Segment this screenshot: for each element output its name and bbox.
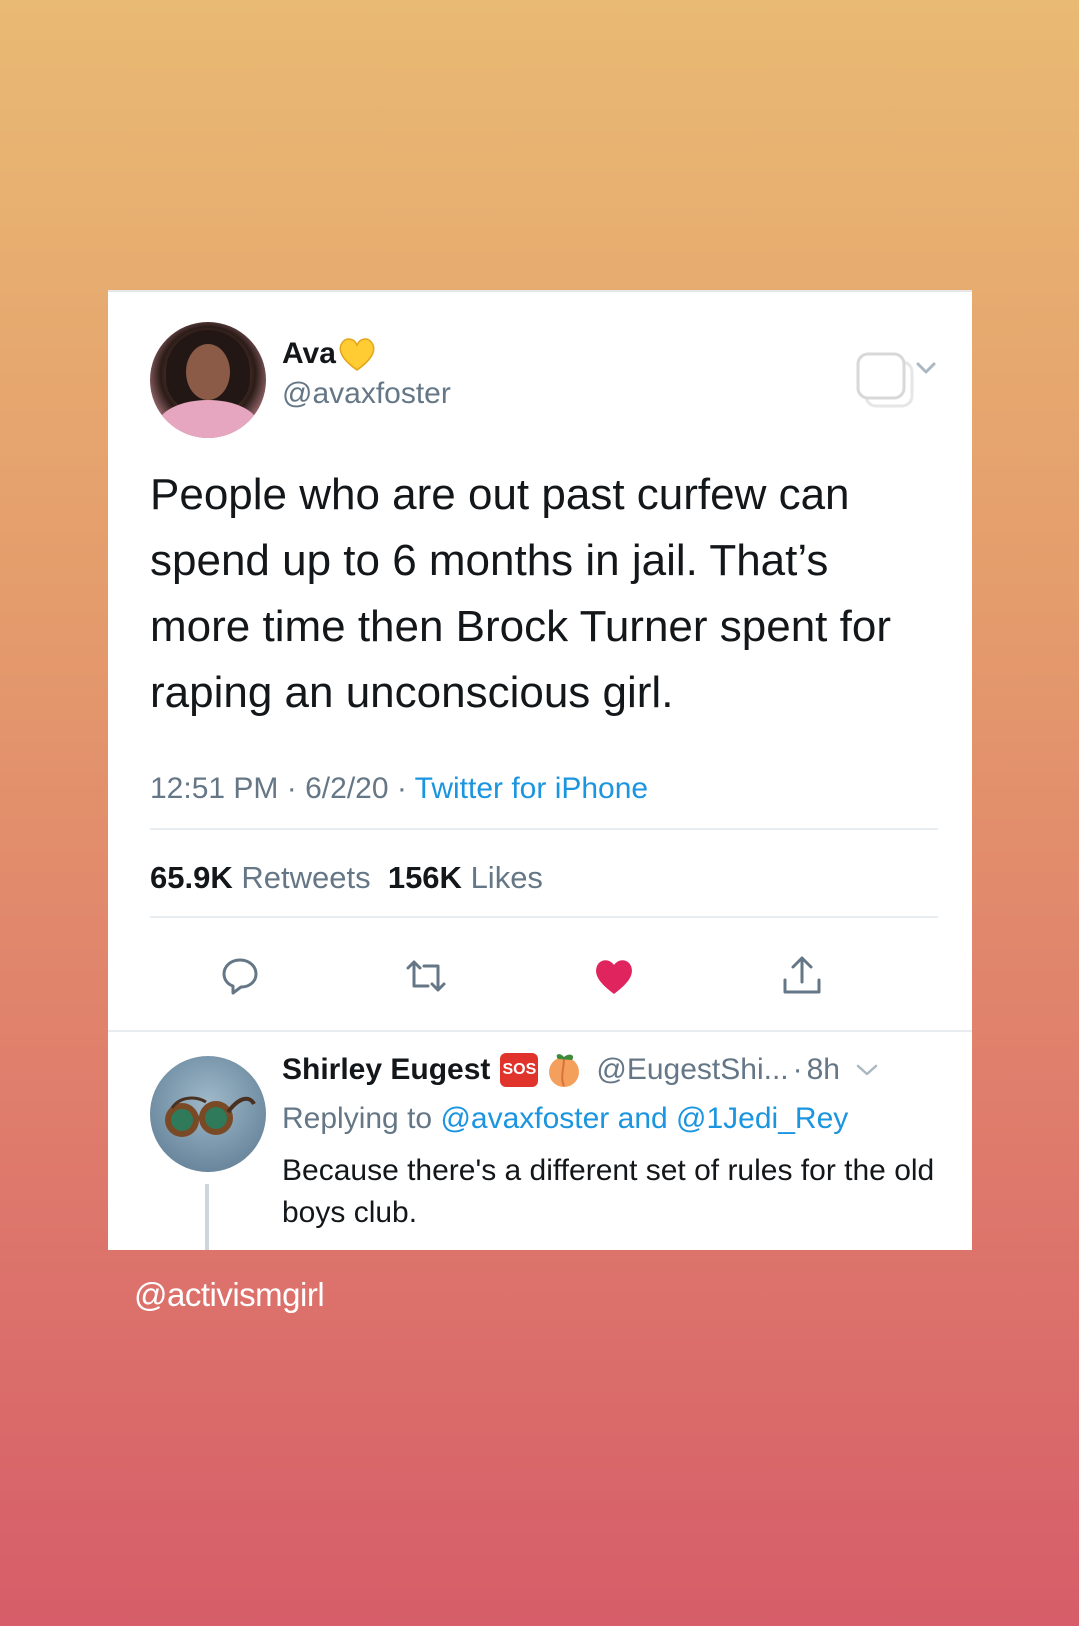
like-icon bbox=[596, 960, 632, 994]
retweet-button[interactable] bbox=[402, 952, 450, 1000]
peach-emoji-icon bbox=[549, 1054, 580, 1087]
watermark-handle: @activismgirl bbox=[134, 1276, 325, 1313]
avatar-shoulders bbox=[158, 400, 258, 438]
avatar-face bbox=[186, 344, 230, 400]
conjunction: and bbox=[617, 1102, 668, 1135]
retweets-stat[interactable]: 65.9K Retweets bbox=[150, 860, 371, 895]
likes-count: 156K bbox=[387, 860, 462, 895]
sos-badge-icon: SOS bbox=[500, 1053, 539, 1087]
tweet-card: Ava @avaxfoster People who are out past … bbox=[108, 290, 972, 1250]
retweet-icon bbox=[406, 960, 446, 992]
tweet-time: 12:51 PM bbox=[150, 772, 279, 805]
meta-separator: · bbox=[792, 1053, 803, 1086]
tweet-date[interactable]: 6/2/20 bbox=[305, 772, 388, 805]
retweets-label: Retweets bbox=[241, 860, 371, 895]
share-icon bbox=[783, 956, 821, 994]
copy-icon[interactable] bbox=[850, 340, 950, 410]
author-handle[interactable]: @avaxfoster bbox=[282, 377, 451, 411]
replying-prefix: Replying to bbox=[282, 1102, 433, 1135]
likes-stat[interactable]: 156K Likes bbox=[388, 860, 543, 895]
chevron-down-icon bbox=[916, 362, 936, 374]
likes-label: Likes bbox=[470, 860, 543, 895]
author-name-row[interactable]: Ava bbox=[282, 334, 378, 374]
author-display-name[interactable]: Ava bbox=[282, 337, 336, 371]
reply-avatar[interactable] bbox=[150, 1056, 266, 1172]
reply-text: Because there's a different set of rules… bbox=[282, 1154, 935, 1229]
tweet-stats: 65.9K Retweets 156K Likes bbox=[150, 860, 543, 896]
avatar[interactable] bbox=[150, 322, 266, 438]
divider bbox=[150, 828, 938, 830]
divider bbox=[150, 916, 938, 918]
goggles-avatar-image bbox=[165, 1096, 256, 1137]
heart-emoji-icon bbox=[339, 338, 375, 371]
chevron-down-icon[interactable] bbox=[854, 1060, 880, 1080]
reply-display-name[interactable]: Shirley Eugest bbox=[282, 1053, 490, 1087]
tweet-text: People who are out past curfew can spend… bbox=[150, 470, 891, 717]
meta-separator: · bbox=[286, 772, 297, 805]
like-button[interactable] bbox=[590, 952, 638, 1000]
reply-icon bbox=[222, 958, 258, 995]
mention-link[interactable]: @1Jedi_Rey bbox=[676, 1102, 848, 1135]
reply-handle[interactable]: @EugestShi... bbox=[596, 1053, 788, 1087]
reply-time[interactable]: 8h bbox=[807, 1053, 840, 1087]
mention-link[interactable]: @avaxfoster bbox=[440, 1102, 609, 1135]
reply-button[interactable] bbox=[216, 952, 264, 1000]
share-button[interactable] bbox=[778, 952, 826, 1000]
replying-to: Replying to @avaxfoster and @1Jedi_Rey bbox=[282, 1102, 848, 1136]
tweet-source-link[interactable]: Twitter for iPhone bbox=[415, 772, 648, 805]
thread-line bbox=[205, 1184, 209, 1250]
divider bbox=[108, 1030, 972, 1032]
meta-separator: · bbox=[396, 772, 407, 805]
reply-header: Shirley Eugest SOS @EugestShi... · 8h bbox=[282, 1050, 932, 1090]
tweet-meta: 12:51 PM · 6/2/20 · Twitter for iPhone bbox=[150, 772, 648, 806]
retweets-count: 65.9K bbox=[150, 860, 233, 895]
